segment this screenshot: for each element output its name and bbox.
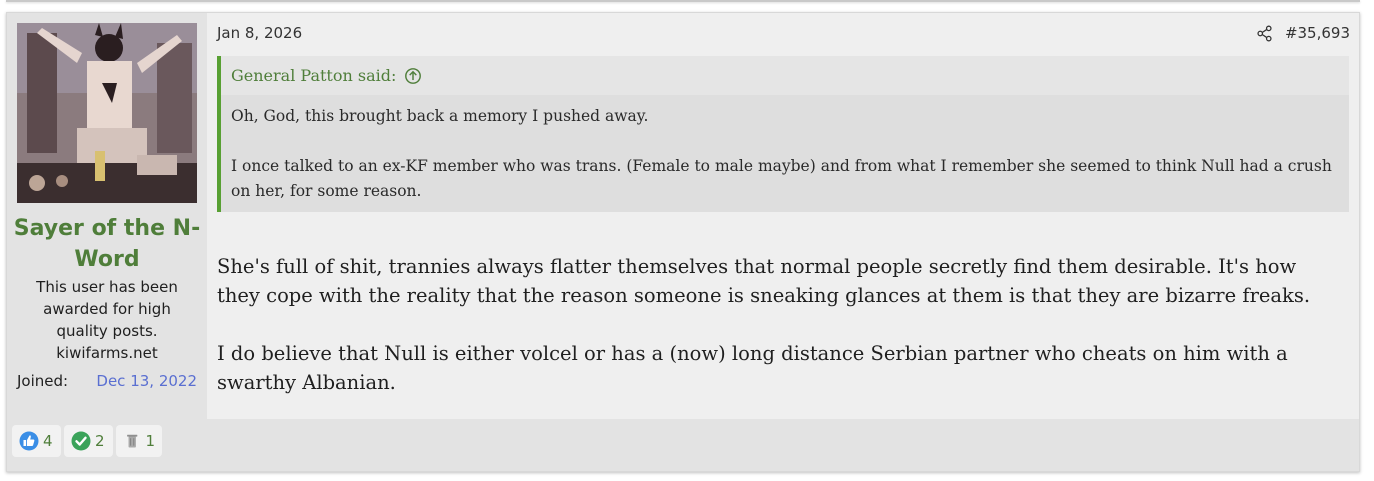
previous-post-edge [6, 0, 1360, 2]
reaction-count: 1 [145, 432, 155, 450]
trash-can-icon [127, 434, 138, 448]
reaction-count: 2 [95, 432, 105, 450]
user-info-panel: Sayer of the N-Word This user has been a… [7, 13, 207, 471]
message-paragraph: I do believe that Null is either volcel … [217, 342, 1288, 394]
post-date[interactable]: Jan 8, 2026 [217, 24, 302, 42]
joined-date: Dec 13, 2022 [96, 372, 197, 390]
reaction-count: 4 [43, 432, 53, 450]
quote-header[interactable]: General Patton said: [221, 56, 1349, 95]
post-number-link[interactable]: #35,693 [1285, 24, 1350, 42]
user-title: This user has been awarded for high qual… [36, 278, 178, 340]
message-paragraph: She's full of shit, trannies always flat… [217, 255, 1311, 307]
reactions-bar: 4 2 1 [7, 419, 1359, 471]
post-main: Jan 8, 2026 #35,693 General Patton said:… [207, 13, 1359, 471]
thumbs-up-icon [19, 431, 39, 451]
forum-post: Sayer of the N-Word This user has been a… [6, 12, 1360, 472]
quote-paragraph: I once talked to an ex-KF member who was… [231, 157, 1332, 200]
reaction-trash[interactable]: 1 [116, 425, 162, 457]
quote-block: General Patton said: Oh, God, this broug… [217, 56, 1349, 212]
quote-paragraph: Oh, God, this brought back a memory I pu… [231, 107, 649, 125]
avatar-image [17, 23, 197, 203]
username[interactable]: Sayer of the N-Word [7, 213, 207, 275]
message-body: She's full of shit, trannies always flat… [217, 252, 1337, 397]
quote-author[interactable]: General Patton said: [231, 66, 396, 85]
share-icon[interactable] [1256, 25, 1273, 42]
reaction-thumbs-up[interactable]: 4 [12, 425, 61, 457]
quote-body: Oh, God, this brought back a memory I pu… [221, 95, 1349, 212]
joined-label: Joined: [17, 372, 69, 390]
arrow-up-circle-icon[interactable] [404, 67, 422, 85]
avatar[interactable] [17, 23, 197, 203]
reaction-checkmark[interactable]: 2 [64, 425, 113, 457]
checkmark-icon [71, 431, 91, 451]
user-site: kiwifarms.net [56, 344, 158, 362]
